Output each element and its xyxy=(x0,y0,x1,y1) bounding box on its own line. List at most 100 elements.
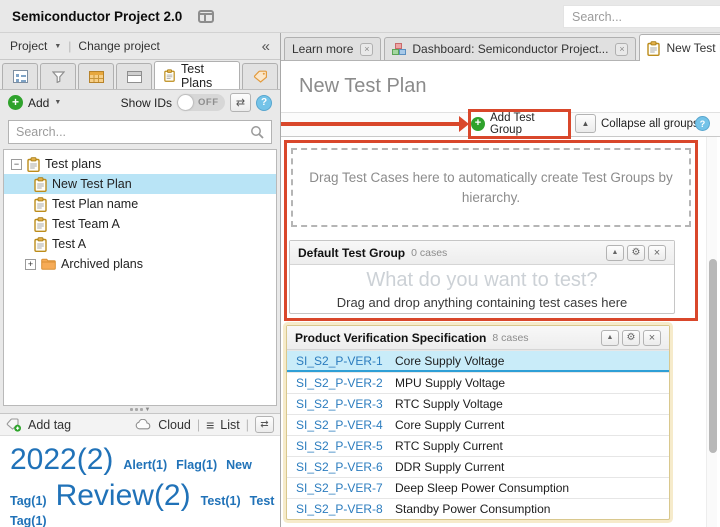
tag-link[interactable]: 2022(2) xyxy=(10,443,113,476)
tree-search-input[interactable] xyxy=(16,125,250,139)
tag-link[interactable]: Test(1) xyxy=(201,494,241,508)
tab-label: New Test Plan xyxy=(666,41,720,55)
table-icon xyxy=(89,71,104,83)
cloud-view-button[interactable]: Cloud xyxy=(158,418,191,432)
chevron-down-icon: ▼ xyxy=(54,43,61,50)
show-ids-toggle[interactable]: OFF xyxy=(177,94,225,111)
test-case-id-link[interactable]: SI_S2_P-VER-6 xyxy=(287,460,395,474)
gear-icon[interactable]: ⚙ xyxy=(627,245,645,261)
test-case-name: RTC Supply Current xyxy=(395,439,503,453)
filter-icon xyxy=(52,71,65,83)
test-case-row[interactable]: SI_S2_P-VER-5 RTC Supply Current xyxy=(287,435,669,456)
test-case-id-link[interactable]: SI_S2_P-VER-2 xyxy=(287,376,395,390)
test-case-id-link[interactable]: SI_S2_P-VER-7 xyxy=(287,481,395,495)
tab-outline[interactable] xyxy=(2,63,38,89)
test-case-row[interactable]: SI_S2_P-VER-4 Core Supply Current xyxy=(287,414,669,435)
vertical-scrollbar[interactable] xyxy=(706,137,717,527)
change-project-link[interactable]: Change project xyxy=(78,39,159,53)
tree-item-label: Test A xyxy=(52,237,86,251)
refresh-button[interactable]: ⇄ xyxy=(230,93,251,112)
tree-item-new-test-plan[interactable]: New Test Plan xyxy=(4,174,276,194)
global-search-input[interactable] xyxy=(563,5,720,28)
group-drop-hint: Drag and drop anything containing test c… xyxy=(337,295,628,310)
tab-window[interactable] xyxy=(116,63,152,89)
collapse-sidebar-icon[interactable]: « xyxy=(262,38,270,55)
test-case-name: Core Supply Current xyxy=(395,418,504,432)
collapse-all-button[interactable]: ▲ xyxy=(575,114,596,133)
product-verification-panel: Product Verification Specification 8 cas… xyxy=(286,325,670,520)
tag-link[interactable]: Alert(1) xyxy=(123,458,167,472)
tree-item-test-plan-name[interactable]: Test Plan name xyxy=(4,194,276,214)
test-case-id-link[interactable]: SI_S2_P-VER-8 xyxy=(287,502,395,516)
default-group-case-count: 0 cases xyxy=(411,247,447,259)
tag-link[interactable]: Flag(1) xyxy=(176,458,217,472)
chevron-down-icon[interactable]: ▼ xyxy=(54,99,61,106)
close-icon[interactable]: × xyxy=(648,245,666,261)
add-test-group-label: Add Test Group xyxy=(490,112,568,136)
scrollbar-thumb[interactable] xyxy=(709,259,717,453)
product-group-case-count: 8 cases xyxy=(492,332,528,344)
tab-tags[interactable] xyxy=(242,63,278,89)
test-case-row[interactable]: SI_S2_P-VER-1 Core Supply Voltage xyxy=(287,350,669,372)
test-case-dropzone[interactable]: Drag Test Cases here to automatically cr… xyxy=(291,148,691,227)
list-icon: ≡ xyxy=(206,417,214,433)
tab-dashboard[interactable]: Dashboard: Semiconductor Project... × xyxy=(384,37,636,60)
tab-new-test-plan[interactable]: New Test Plan × xyxy=(639,34,720,61)
test-case-row[interactable]: SI_S2_P-VER-8 Standby Power Consumption xyxy=(287,498,669,519)
collapse-group-button[interactable]: ▲ xyxy=(606,245,624,261)
add-tag-icon xyxy=(6,418,22,432)
app-title: Semiconductor Project 2.0 xyxy=(12,9,182,24)
close-icon[interactable]: × xyxy=(615,43,628,56)
tag-link[interactable]: Review(2) xyxy=(56,479,191,512)
tree-root-test-plans[interactable]: − Test plans xyxy=(4,154,276,174)
tab-learn-more[interactable]: Learn more × xyxy=(284,37,381,60)
clipboard-icon xyxy=(34,217,47,232)
search-icon xyxy=(250,125,264,139)
collapse-group-button[interactable]: ▲ xyxy=(601,330,619,346)
add-tag-button[interactable]: Add tag xyxy=(28,418,71,432)
add-test-group-button[interactable]: + Add Test Group xyxy=(468,109,571,139)
cloud-icon xyxy=(135,419,152,430)
close-icon[interactable]: × xyxy=(360,43,373,56)
tree-item-archived-plans[interactable]: + Archived plans xyxy=(4,254,276,274)
tab-test-plans[interactable]: Test Plans xyxy=(154,61,240,89)
divider: | xyxy=(197,418,200,432)
help-icon[interactable]: ? xyxy=(695,116,710,131)
tree-item-test-a[interactable]: Test A xyxy=(4,234,276,254)
test-case-id-link[interactable]: SI_S2_P-VER-5 xyxy=(287,439,395,453)
tab-filter[interactable] xyxy=(40,63,76,89)
project-menu[interactable]: Project xyxy=(10,39,47,53)
test-case-id-link[interactable]: SI_S2_P-VER-4 xyxy=(287,418,395,432)
test-case-id-link[interactable]: SI_S2_P-VER-1 xyxy=(287,354,395,368)
product-group-title: Product Verification Specification xyxy=(295,331,486,345)
default-group-dropzone[interactable]: What do you want to test? Drag and drop … xyxy=(290,265,674,314)
expand-expander-icon[interactable]: + xyxy=(25,259,36,270)
test-case-row[interactable]: SI_S2_P-VER-6 DDR Supply Current xyxy=(287,456,669,477)
test-case-row[interactable]: SI_S2_P-VER-3 RTC Supply Voltage xyxy=(287,393,669,414)
refresh-tags-button[interactable]: ⇄ xyxy=(255,416,274,433)
add-button[interactable]: Add xyxy=(28,96,49,110)
collapse-expander-icon[interactable]: − xyxy=(11,159,22,170)
tab-table[interactable] xyxy=(78,63,114,89)
clipboard-icon xyxy=(647,41,660,56)
board-icon[interactable] xyxy=(198,10,214,23)
toggle-knob xyxy=(178,95,193,110)
dashboard-icon xyxy=(392,43,406,56)
close-icon[interactable]: × xyxy=(643,330,661,346)
test-case-row[interactable]: SI_S2_P-VER-7 Deep Sleep Power Consumpti… xyxy=(287,477,669,498)
clipboard-icon xyxy=(164,68,175,83)
outline-icon xyxy=(13,70,28,83)
sidebar-action-row: + Add ▼ Show IDs OFF ⇄ ? xyxy=(0,90,280,115)
test-case-name: Core Supply Voltage xyxy=(395,354,504,368)
test-case-id-link[interactable]: SI_S2_P-VER-3 xyxy=(287,397,395,411)
tree-item-test-team-a[interactable]: Test Team A xyxy=(4,214,276,234)
tree-item-label: New Test Plan xyxy=(52,177,132,191)
page-title: New Test Plan xyxy=(299,75,426,98)
gear-icon[interactable]: ⚙ xyxy=(622,330,640,346)
panel-splitter[interactable]: ▼ xyxy=(0,406,280,413)
list-view-button[interactable]: List xyxy=(220,418,239,432)
default-test-group-panel: Default Test Group 0 cases ▲ ⚙ × What do… xyxy=(289,240,675,314)
test-plans-tree: − Test plans New Test Plan Test Plan nam… xyxy=(3,149,277,406)
test-case-row[interactable]: SI_S2_P-VER-2 MPU Supply Voltage xyxy=(287,372,669,393)
help-icon[interactable]: ? xyxy=(256,95,272,111)
